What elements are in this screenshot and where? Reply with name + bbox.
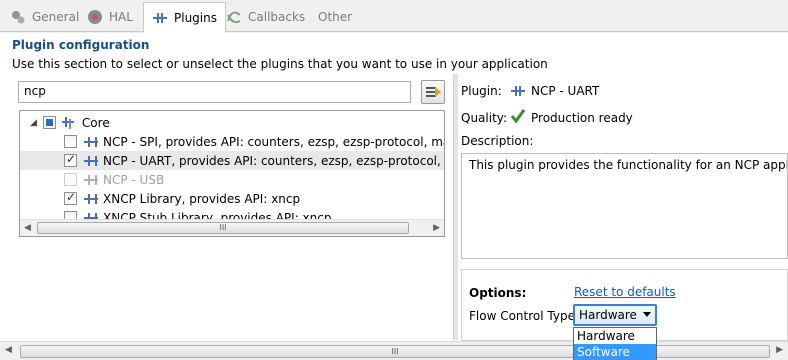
xncp-library-label: XNCP Library, provides API: xncp	[103, 191, 301, 206]
ncp-usb-label: NCP - USB	[103, 172, 165, 187]
tree-item-ncp-usb[interactable]: NCP - USB	[20, 170, 444, 189]
tab-callbacks[interactable]: Callbacks	[218, 3, 313, 31]
tree-scroll-thumb[interactable]: III	[37, 222, 409, 234]
hal-icon	[87, 9, 103, 25]
tab-hal[interactable]: HAL	[79, 3, 141, 31]
scroll-right-icon[interactable]: ▶	[776, 345, 783, 355]
page-horizontal-scrollbar[interactable]: ◀ III ▶	[0, 341, 788, 360]
flow-control-value: Hardware	[579, 308, 637, 322]
pane-splitter[interactable]	[453, 74, 458, 340]
plugin-icon	[83, 155, 99, 167]
tree-horizontal-scrollbar[interactable]: ◀ III ▶	[20, 219, 444, 236]
option-software[interactable]: Software	[574, 344, 656, 360]
ncp-uart-label: NCP - UART, provides API: counters, ezsp…	[103, 153, 444, 168]
tab-other-label: Other	[318, 10, 353, 24]
filter-button[interactable]	[421, 80, 445, 104]
general-icon	[10, 9, 26, 25]
section-description: Use this section to select or unselect t…	[12, 57, 548, 71]
tab-plugins-label: Plugins	[174, 10, 217, 25]
filter-arrow-icon	[426, 87, 441, 97]
scroll-grip: III	[219, 223, 227, 232]
xncp-library-checkbox[interactable]	[64, 190, 77, 205]
options-label: Options:	[469, 286, 527, 300]
tab-callbacks-label: Callbacks	[248, 10, 306, 24]
tab-general-label: General	[32, 10, 80, 24]
partial-check-icon	[45, 119, 53, 126]
core-label: Core	[81, 115, 110, 130]
flow-control-select[interactable]: Hardware	[573, 304, 657, 326]
tab-plugins[interactable]: Plugins	[143, 2, 226, 33]
plugin-filter-input[interactable]: ncp	[18, 81, 411, 103]
scroll-left-icon[interactable]: ◀	[24, 223, 31, 233]
plugin-icon	[83, 193, 99, 205]
plugin-label: Plugin:	[461, 84, 502, 98]
ncp-uart-checkbox[interactable]	[64, 152, 77, 167]
flow-control-label: Flow Control Type:	[469, 309, 580, 323]
description-label: Description:	[461, 134, 534, 148]
page-scroll-thumb[interactable]: III	[20, 345, 770, 358]
tab-general[interactable]: General	[2, 3, 87, 31]
chevron-down-icon	[643, 312, 651, 317]
plugin-name: NCP - UART	[531, 84, 600, 98]
plugin-icon	[510, 84, 526, 98]
tab-bar: General HAL Plugins Callbacks Other	[0, 0, 788, 33]
plugin-icon	[83, 174, 99, 186]
callbacks-icon	[226, 9, 242, 25]
plugin-icon	[152, 10, 168, 26]
ncp-usb-checkbox	[64, 173, 77, 186]
scroll-left-icon[interactable]: ◀	[5, 345, 12, 355]
section-title: Plugin configuration	[12, 38, 150, 52]
reset-to-defaults-link[interactable]: Reset to defaults	[574, 285, 676, 299]
tree-root-core[interactable]: ◢ Core	[20, 113, 444, 132]
tree-item-xncp-library[interactable]: XNCP Library, provides API: xncp	[20, 189, 444, 208]
ncp-spi-checkbox[interactable]	[64, 135, 77, 148]
flow-control-dropdown: Hardware Software	[573, 327, 657, 360]
tab-hal-label: HAL	[109, 10, 133, 24]
tree-item-ncp-uart[interactable]: NCP - UART, provides API: counters, ezsp…	[20, 151, 444, 170]
checkmark-icon	[510, 108, 526, 124]
option-hardware[interactable]: Hardware	[574, 328, 656, 344]
tab-other[interactable]: Other	[310, 3, 360, 31]
collapse-arrow-icon[interactable]: ◢	[30, 118, 37, 128]
core-category-icon	[61, 116, 77, 130]
description-text: This plugin provides the functionality f…	[461, 153, 788, 259]
plugin-icon	[83, 136, 99, 148]
scroll-grip: III	[391, 347, 399, 356]
ncp-spi-label: NCP - SPI, provides API: counters, ezsp,…	[103, 134, 444, 149]
quality-value: Production ready	[531, 111, 633, 125]
plugin-tree: ◢ Core NCP - SPI, provides API: counters…	[19, 110, 445, 237]
scroll-right-icon[interactable]: ▶	[433, 223, 440, 233]
quality-label: Quality:	[461, 111, 508, 125]
core-checkbox[interactable]	[42, 116, 56, 129]
tree-item-ncp-spi[interactable]: NCP - SPI, provides API: counters, ezsp,…	[20, 132, 444, 151]
